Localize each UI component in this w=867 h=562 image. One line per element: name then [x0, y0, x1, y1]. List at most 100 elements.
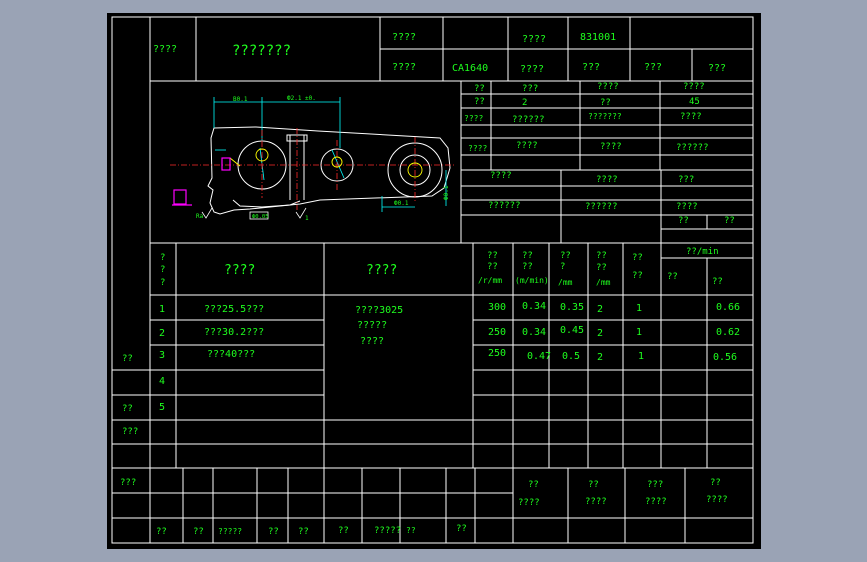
- step-no-h1: ?: [160, 253, 165, 263]
- speed-h3: /r/mm: [478, 276, 502, 285]
- equipment-line-2: ?????: [357, 320, 387, 331]
- count-h1: ??: [632, 253, 643, 263]
- part-number-label: ????: [522, 34, 546, 45]
- passes-h1: ??: [596, 251, 607, 261]
- feed-h2: ??: [522, 262, 533, 272]
- steps-header: ? ? ? ???? ???? ?? ?? /r/mm ?? ?? (m/min…: [160, 247, 723, 288]
- step-2-count: 1: [636, 327, 642, 338]
- step-2-passes: 2: [597, 328, 603, 339]
- card-title: ????: [153, 44, 177, 55]
- process-name: ???????: [232, 43, 291, 59]
- sheet-label: ???: [644, 62, 662, 73]
- equipment-line-3: ????: [360, 336, 384, 347]
- footer-bottom-8: ??: [406, 526, 416, 535]
- step-3-speed: 250: [488, 348, 506, 359]
- surface-mark-number: 1: [305, 215, 309, 222]
- part-name-value: ???: [582, 62, 600, 73]
- step-1-feed: 0.34: [522, 301, 546, 312]
- sign-top-4: ??: [710, 478, 721, 488]
- footer-bottom-2: ??: [193, 527, 204, 537]
- footer-bottom-6: ??: [338, 526, 349, 536]
- info-r5-c1: ????: [490, 171, 512, 181]
- step-3-depth: 0.5: [562, 351, 580, 362]
- product-name-value: CA1640: [452, 63, 488, 74]
- sign-bottom-4: ????: [706, 495, 728, 505]
- sign-bottom-3: ????: [645, 497, 667, 507]
- footer: ?? ?? ??? ?? ???? ???? ???? ???? ?? ?? ?…: [156, 478, 728, 537]
- info-r5-c2: ????: [596, 175, 618, 185]
- tolerance-box-label: Ф0.05: [252, 214, 269, 220]
- info-r1-c2: ???: [522, 84, 538, 94]
- step-2-speed: 250: [488, 327, 506, 338]
- step-2-depth: 0.45: [560, 325, 584, 336]
- info-r2-c3: ??: [600, 98, 611, 108]
- part-name-label: ????: [520, 64, 544, 75]
- info-r7-c1: ??: [678, 216, 689, 226]
- dim-left-label: B0.1: [233, 96, 248, 103]
- step-2-time: 0.62: [716, 327, 740, 338]
- sign-top-3: ???: [647, 480, 663, 490]
- feed-h1: ??: [522, 251, 533, 261]
- step-1-no: 1: [159, 304, 165, 315]
- footer-bottom-5: ??: [298, 527, 309, 537]
- table-grid: [111, 16, 754, 544]
- info-r3-c3: ???????: [588, 112, 622, 121]
- step-2-content: ???30.2???: [204, 327, 264, 338]
- dim-top-label: Ф2.1 ±0.: [287, 95, 316, 102]
- info-r2-c4: 45: [689, 97, 700, 107]
- passes-h3: /mm: [596, 278, 611, 287]
- step-3-time: 0.56: [713, 352, 737, 363]
- part-number-value: 831001: [580, 32, 616, 43]
- step-content-header: ????: [224, 263, 255, 278]
- equipment-line-1: ????3025: [355, 305, 403, 316]
- info-r6-c3: ????: [676, 202, 698, 212]
- step-1-time: 0.66: [716, 302, 740, 313]
- step-5-no: 5: [159, 402, 165, 413]
- info-r4-c3: ????: [600, 142, 622, 152]
- step-3-feed: 0.47: [527, 351, 551, 362]
- dim-right-label: Ф0.1: [394, 200, 409, 207]
- info-r6-c2: ??????: [585, 202, 618, 212]
- info-block: ?? ??? ???? ???? ?? 2 ?? 45 ???? ?????? …: [464, 82, 735, 226]
- step-rows: 1 ???25.5??? 300 0.34 0.35 2 1 0.66 2 ??…: [159, 301, 740, 413]
- left-label-3: ???: [122, 427, 138, 437]
- time-basic: ??: [667, 272, 678, 282]
- info-r2-c2: 2: [522, 98, 527, 108]
- sign-top-2: ??: [588, 480, 599, 490]
- step-1-count: 1: [636, 303, 642, 314]
- info-r1-c3: ????: [597, 82, 619, 92]
- step-3-passes: 2: [597, 352, 603, 363]
- speed-h2: ??: [487, 262, 498, 272]
- depth-h3: /mm: [558, 278, 573, 287]
- left-label-2: ??: [122, 404, 133, 414]
- time-aux: ??: [712, 277, 723, 287]
- page-label: ???: [708, 63, 726, 74]
- step-1-depth: 0.35: [560, 302, 584, 313]
- dimension-lines: [213, 97, 447, 212]
- depth-h1: ??: [560, 251, 571, 261]
- sign-top-1: ??: [528, 480, 539, 490]
- step-2-no: 2: [159, 328, 165, 339]
- passes-h2: ??: [596, 263, 607, 273]
- footer-bottom-3: ?????: [218, 527, 242, 536]
- info-r1-c1: ??: [474, 84, 485, 94]
- depth-h2: ?: [560, 262, 565, 272]
- step-3-content: ???40???: [207, 349, 255, 360]
- center-lines: [170, 128, 455, 210]
- footer-bottom-1: ??: [156, 527, 167, 537]
- info-r4-c2: ????: [516, 141, 538, 151]
- info-r4-c4: ??????: [676, 143, 709, 153]
- product-model-label: ????: [392, 32, 416, 43]
- step-1-speed: 300: [488, 302, 506, 313]
- step-3-no: 3: [159, 350, 165, 361]
- part-drawing: B0.1 Ф2.1 ±0. Ф0.1 Ф0.1 Ф0.05 Ra 1: [170, 95, 455, 222]
- feed-h3: (m/min): [515, 276, 549, 285]
- info-r5-c3: ???: [678, 175, 694, 185]
- info-r3-c4: ????: [680, 112, 702, 122]
- step-2-feed: 0.34: [522, 327, 546, 338]
- equipment-header: ????: [366, 263, 397, 278]
- footer-side-label: ???: [120, 478, 136, 488]
- step-1-passes: 2: [597, 304, 603, 315]
- step-3-count: 1: [638, 351, 644, 362]
- step-1-content: ???25.5???: [204, 304, 264, 315]
